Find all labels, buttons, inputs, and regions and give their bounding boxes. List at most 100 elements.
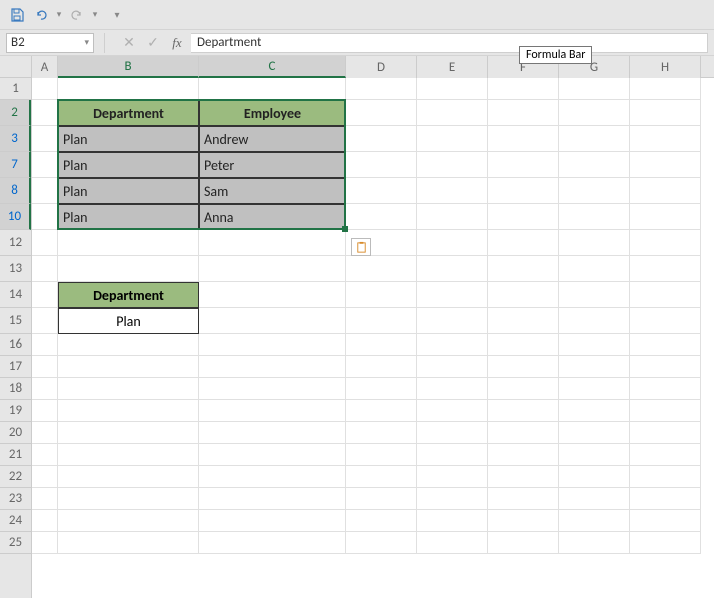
redo-dropdown-icon[interactable]: ▾ [90,9,100,20]
cell[interactable] [346,100,417,126]
cell[interactable] [32,126,58,152]
cell[interactable] [488,334,559,356]
cell[interactable] [346,152,417,178]
cell[interactable] [199,78,346,100]
cell[interactable] [488,256,559,282]
cell[interactable] [559,78,630,100]
cell[interactable] [488,466,559,488]
undo-icon[interactable] [30,4,52,26]
cell[interactable] [417,126,488,152]
cell[interactable] [630,308,701,334]
row-header[interactable]: 19 [0,400,31,422]
cell[interactable]: Department [58,282,199,308]
cell[interactable] [32,488,58,510]
cell[interactable] [32,204,58,230]
cell[interactable] [630,100,701,126]
row-header[interactable]: 24 [0,510,31,532]
enter-button[interactable]: ✓ [143,33,163,53]
row-header[interactable]: 22 [0,466,31,488]
row-header[interactable]: 17 [0,356,31,378]
cell[interactable] [417,256,488,282]
cell[interactable] [58,230,199,256]
cell[interactable] [346,532,417,554]
cell[interactable] [58,78,199,100]
cell[interactable] [559,488,630,510]
cell[interactable] [32,282,58,308]
name-box-dropdown-icon[interactable]: ▾ [84,37,89,48]
cell[interactable] [559,308,630,334]
cell[interactable]: Plan [58,126,199,152]
cell[interactable] [417,334,488,356]
name-box[interactable]: B2 ▾ [6,33,94,53]
cell[interactable] [199,444,346,466]
cell[interactable] [58,378,199,400]
cell[interactable] [199,400,346,422]
cell[interactable] [199,422,346,444]
cell[interactable] [488,510,559,532]
cell[interactable]: Peter [199,152,346,178]
cell[interactable] [58,334,199,356]
cell[interactable] [417,532,488,554]
cell[interactable] [559,422,630,444]
cell[interactable] [346,178,417,204]
cell[interactable] [199,488,346,510]
cell[interactable] [559,178,630,204]
column-header[interactable]: B [58,56,199,78]
cell[interactable] [199,356,346,378]
cell[interactable] [630,378,701,400]
row-header[interactable]: 23 [0,488,31,510]
cell[interactable] [346,356,417,378]
cell[interactable] [630,422,701,444]
cell[interactable] [417,466,488,488]
cell[interactable] [32,308,58,334]
cell[interactable] [559,466,630,488]
cell[interactable] [199,510,346,532]
row-header[interactable]: 21 [0,444,31,466]
save-icon[interactable] [6,4,28,26]
row-header[interactable]: 25 [0,532,31,554]
cell[interactable] [559,510,630,532]
cell[interactable] [32,400,58,422]
cell[interactable] [630,78,701,100]
cell[interactable] [346,308,417,334]
cell[interactable]: Plan [58,152,199,178]
cell[interactable] [559,126,630,152]
cell[interactable] [417,282,488,308]
cell[interactable] [346,334,417,356]
cell[interactable] [417,488,488,510]
cell[interactable] [32,356,58,378]
cell[interactable]: Plan [58,308,199,334]
cell[interactable] [346,282,417,308]
cell[interactable]: Plan [58,204,199,230]
cell[interactable] [417,378,488,400]
cell[interactable] [559,256,630,282]
cell[interactable] [559,444,630,466]
row-header[interactable]: 3 [0,126,31,152]
cells-area[interactable]: DepartmentEmployeePlanAndrewPlanPeterPla… [32,78,714,598]
cell[interactable] [346,126,417,152]
cell[interactable] [199,308,346,334]
cell[interactable] [58,466,199,488]
cell[interactable] [630,126,701,152]
cell[interactable] [199,466,346,488]
row-header[interactable]: 13 [0,256,31,282]
cell[interactable] [199,378,346,400]
cell[interactable] [417,400,488,422]
cell[interactable] [559,400,630,422]
fx-button[interactable]: fx [167,33,187,53]
cell[interactable] [630,256,701,282]
cell[interactable] [488,422,559,444]
cell[interactable] [32,532,58,554]
cell[interactable] [488,282,559,308]
row-header[interactable]: 10 [0,204,31,230]
cell[interactable] [32,230,58,256]
cell[interactable] [630,510,701,532]
cell[interactable] [417,356,488,378]
cell[interactable] [58,356,199,378]
cell[interactable] [559,230,630,256]
cell[interactable] [488,308,559,334]
cell[interactable] [58,400,199,422]
row-header[interactable]: 18 [0,378,31,400]
cell[interactable] [346,422,417,444]
cell[interactable] [559,100,630,126]
